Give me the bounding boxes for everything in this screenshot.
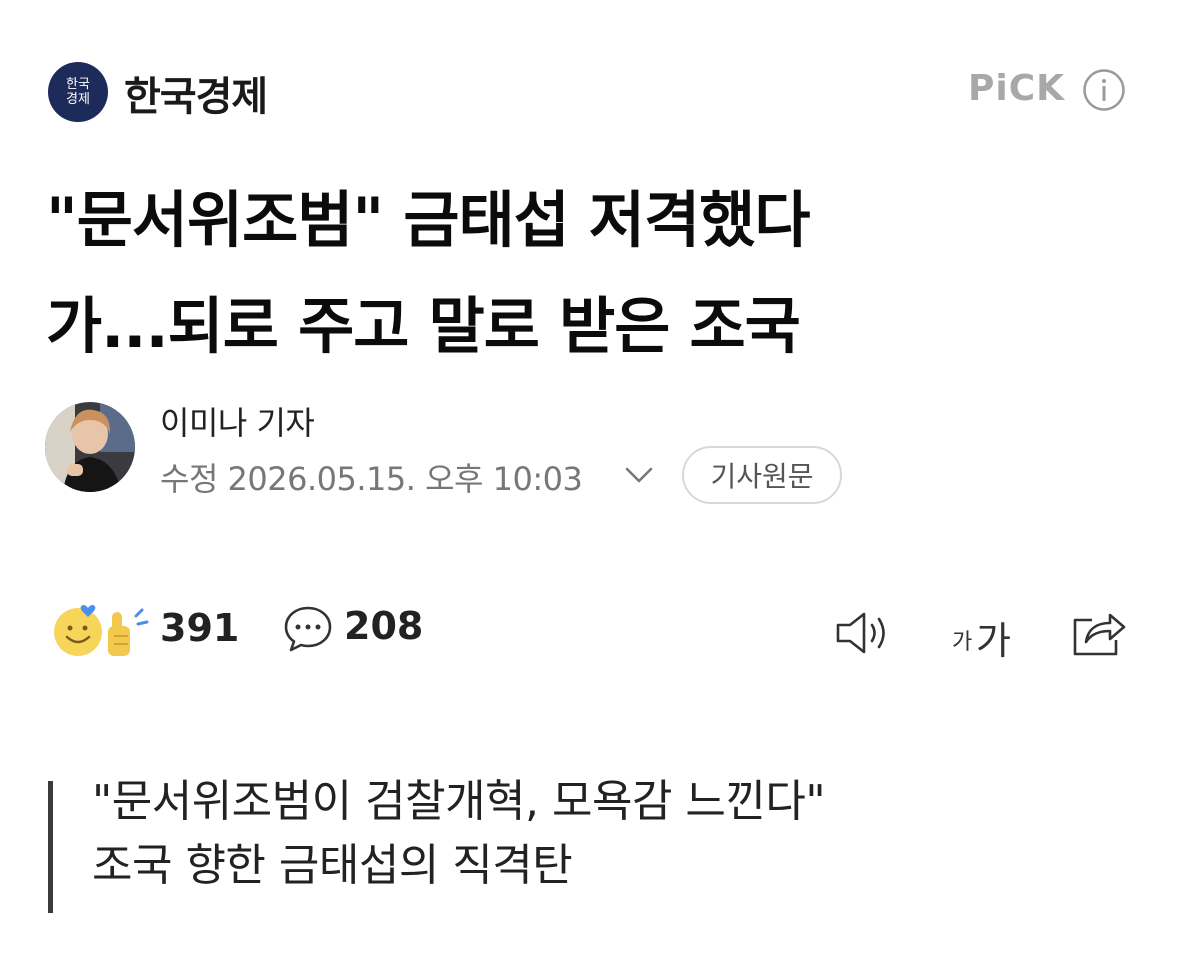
reaction-count: 391 bbox=[160, 606, 240, 650]
press-logo[interactable]: 한국 경제 bbox=[48, 62, 108, 122]
press-name[interactable]: 한국경제 bbox=[124, 64, 268, 122]
comment-count: 208 bbox=[344, 604, 424, 648]
speaker-icon[interactable] bbox=[834, 608, 896, 658]
quote-bar bbox=[48, 781, 53, 913]
font-size-large-label: 가 bbox=[976, 619, 1011, 663]
original-article-button[interactable]: 기사원문 bbox=[682, 446, 842, 504]
reporter-name[interactable]: 이미나 기자 bbox=[160, 398, 315, 444]
speech-bubble-icon[interactable] bbox=[282, 604, 334, 654]
chevron-down-icon[interactable] bbox=[623, 464, 655, 486]
smile-thumbs-up-icon[interactable] bbox=[52, 602, 152, 660]
press-logo-text-1: 한국 bbox=[66, 77, 90, 92]
headline-line-1: "문서위조범" 금태섭 저격했다 bbox=[46, 185, 810, 256]
font-size-button[interactable]: 가 가 bbox=[952, 608, 1022, 663]
reporter-avatar[interactable] bbox=[45, 402, 135, 492]
publish-date: 수정 2026.05.15. 오후 10:03 bbox=[160, 460, 583, 498]
original-article-label: 기사원문 bbox=[710, 460, 814, 493]
headline-line-2: 가...되로 주고 말로 받은 조국 bbox=[46, 291, 801, 362]
pick-label: PiCK bbox=[968, 68, 1066, 109]
share-icon[interactable] bbox=[1070, 606, 1128, 658]
font-size-small-label: 가 bbox=[952, 630, 973, 655]
article-subtitle: "문서위조범이 검찰개혁, 모욕감 느낀다" 조국 향한 금태섭의 직격탄 bbox=[92, 770, 826, 898]
info-circle-icon[interactable] bbox=[1082, 68, 1126, 112]
press-logo-text-2: 경제 bbox=[66, 92, 90, 107]
article-headline: "문서위조범" 금태섭 저격했다 가...되로 주고 말로 받은 조국 bbox=[46, 168, 1046, 380]
subtitle-line-1: "문서위조범이 검찰개혁, 모욕감 느낀다" bbox=[92, 776, 826, 827]
subtitle-line-2: 조국 향한 금태섭의 직격탄 bbox=[92, 840, 573, 891]
